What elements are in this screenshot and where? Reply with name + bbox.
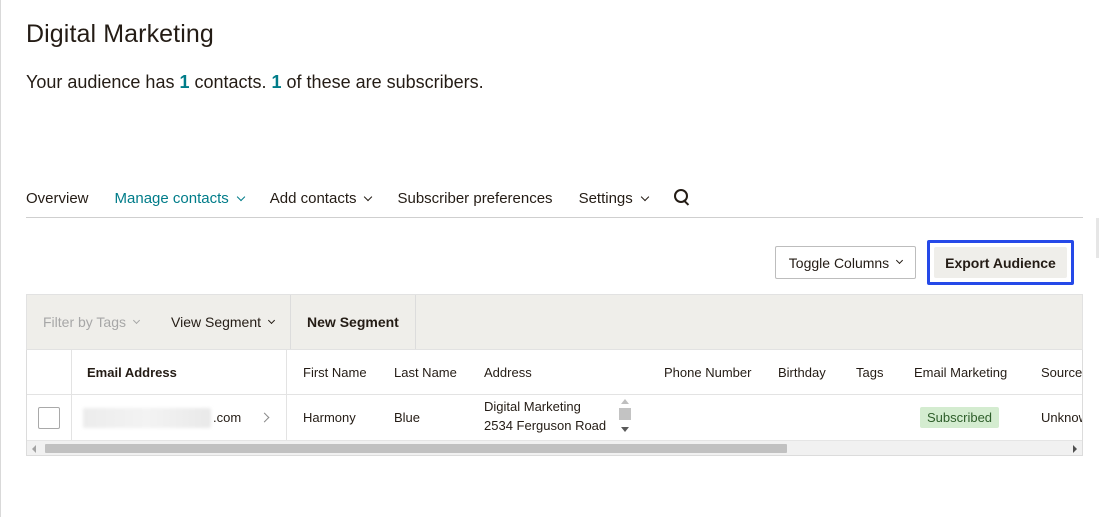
- chevron-down-icon: [132, 316, 141, 324]
- contacts-table: Email Address First Name Last Name Addre…: [26, 350, 1083, 456]
- chevron-down-icon: [267, 316, 276, 324]
- cell-last-name: Blue: [394, 410, 421, 425]
- table-row[interactable]: .com Harmony Blue Digital Marketing 2534…: [27, 395, 1082, 440]
- chevron-down-icon: [640, 192, 650, 201]
- nav-search[interactable]: [673, 183, 690, 215]
- export-audience-button[interactable]: Export Audience: [934, 247, 1067, 278]
- page-title: Digital Marketing: [26, 20, 214, 48]
- summary-suffix: of these are subscribers.: [281, 72, 484, 92]
- nav-overview-label: Overview: [26, 190, 89, 207]
- toggle-columns-button[interactable]: Toggle Columns: [775, 246, 916, 279]
- redacted-email: [83, 408, 211, 428]
- summary-prefix: Your audience has: [26, 72, 180, 92]
- nav-manage-contacts[interactable]: Manage contacts: [114, 183, 246, 215]
- cell-address-text: Digital Marketing 2534 Ferguson Road: [484, 399, 607, 433]
- email-suffix[interactable]: .com: [213, 395, 241, 440]
- nav-settings-label: Settings: [578, 190, 633, 207]
- subscribers-count: 1: [271, 72, 282, 92]
- new-segment-label: New Segment: [307, 314, 399, 330]
- chevron-down-icon: [364, 192, 373, 201]
- scroll-left-arrow-icon[interactable]: [32, 445, 36, 453]
- new-segment-button[interactable]: New Segment: [291, 295, 415, 349]
- view-segment-dropdown[interactable]: View Segment: [155, 295, 290, 349]
- nav-add-contacts-label: Add contacts: [269, 190, 357, 207]
- export-audience-highlight: Export Audience: [927, 240, 1074, 285]
- column-header-email-marketing[interactable]: Email Marketing: [914, 350, 1007, 395]
- row-select-checkbox[interactable]: [38, 407, 60, 429]
- horizontal-scroll-thumb[interactable]: [45, 444, 787, 453]
- address-scrollbar[interactable]: [618, 397, 632, 437]
- column-header-tags[interactable]: Tags: [856, 350, 883, 395]
- column-header-birthday[interactable]: Birthday: [778, 350, 826, 395]
- column-header-first-name[interactable]: First Name: [303, 350, 367, 395]
- column-header-source[interactable]: Source: [1041, 350, 1082, 395]
- status-badge: Subscribed: [920, 407, 1000, 428]
- scroll-right-arrow-icon[interactable]: [1073, 445, 1077, 453]
- contacts-count: 1: [179, 72, 190, 92]
- scroll-down-arrow-icon[interactable]: [621, 427, 629, 432]
- view-segment-label: View Segment: [171, 314, 262, 330]
- nav-subscriber-preferences[interactable]: Subscriber preferences: [397, 183, 552, 215]
- column-header-email-address[interactable]: Email Address: [87, 350, 177, 395]
- audience-summary: Your audience has 1 contacts. 1 of these…: [26, 72, 484, 93]
- cell-source: Unknown: [1041, 410, 1082, 425]
- nav-overview[interactable]: Overview: [26, 183, 89, 215]
- search-icon: [673, 188, 690, 205]
- nav-settings[interactable]: Settings: [578, 183, 650, 215]
- nav-subscriber-preferences-label: Subscriber preferences: [397, 190, 553, 207]
- nav-add-contacts[interactable]: Add contacts: [269, 183, 373, 215]
- segment-toolbar: Filter by Tags View Segment New Segment: [26, 294, 1083, 350]
- chevron-down-icon: [896, 256, 904, 265]
- audience-nav: Overview Manage contacts Add contacts Su…: [26, 180, 1083, 218]
- filter-by-tags-dropdown[interactable]: Filter by Tags: [27, 295, 155, 349]
- chevron-right-icon[interactable]: [259, 412, 270, 423]
- scroll-up-arrow-icon[interactable]: [621, 399, 629, 404]
- table-header: Email Address First Name Last Name Addre…: [27, 350, 1082, 395]
- cell-address: Digital Marketing 2534 Ferguson Road: [484, 395, 632, 440]
- nav-manage-contacts-label: Manage contacts: [114, 190, 229, 207]
- filter-by-tags-label: Filter by Tags: [43, 314, 126, 330]
- scroll-thumb[interactable]: [619, 408, 631, 420]
- column-header-phone-number[interactable]: Phone Number: [664, 350, 751, 395]
- summary-middle: contacts.: [189, 72, 272, 92]
- horizontal-scrollbar[interactable]: [27, 440, 1082, 455]
- column-header-address[interactable]: Address: [484, 350, 532, 395]
- toggle-columns-label: Toggle Columns: [788, 254, 890, 271]
- cell-first-name: Harmony: [303, 410, 356, 425]
- chevron-down-icon: [236, 192, 246, 201]
- toolbar-divider: [414, 295, 416, 349]
- column-header-last-name[interactable]: Last Name: [394, 350, 457, 395]
